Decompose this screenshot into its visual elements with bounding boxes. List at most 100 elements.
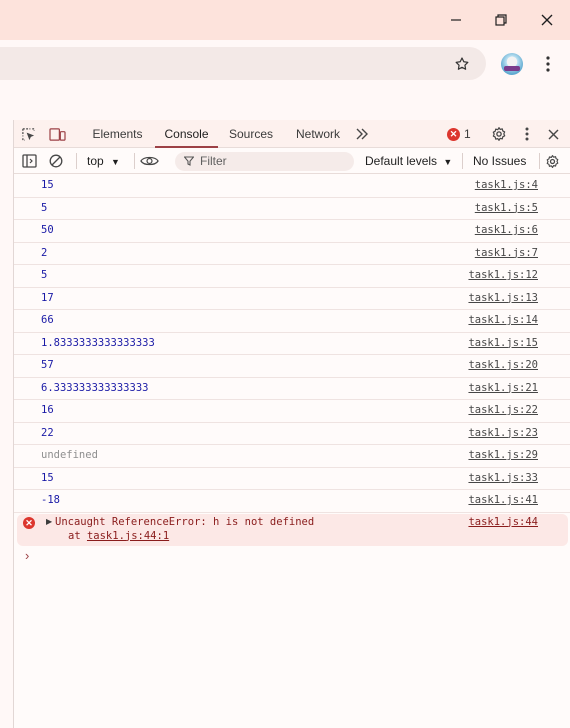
log-value: 15: [41, 179, 54, 191]
filter-placeholder: Filter: [200, 154, 227, 168]
source-link[interactable]: task1.js:5: [475, 202, 538, 214]
source-link[interactable]: task1.js:20: [468, 359, 538, 371]
eye-icon: [139, 156, 159, 166]
source-link[interactable]: task1.js:15: [468, 337, 538, 349]
tab-sources[interactable]: Sources: [221, 120, 281, 148]
source-link[interactable]: task1.js:7: [475, 247, 538, 259]
clear-icon: [49, 154, 63, 168]
device-toolbar-button[interactable]: [48, 126, 66, 142]
close-devtools-button[interactable]: [545, 126, 561, 142]
source-link[interactable]: task1.js:13: [468, 292, 538, 304]
close-window-button[interactable]: [532, 8, 562, 32]
console-settings-button[interactable]: [544, 153, 561, 170]
log-value: undefined: [41, 449, 98, 461]
filter-icon: [183, 152, 195, 173]
log-value: 50: [41, 224, 54, 236]
more-tabs-button[interactable]: [354, 126, 370, 142]
log-value: 15: [41, 471, 54, 484]
divider: [539, 153, 540, 169]
error-icon: ✕: [447, 127, 460, 141]
devtools-panel: Elements Console Sources Network ✕ 1 top: [13, 120, 570, 728]
chevron-down-icon: ▼: [111, 157, 120, 167]
browser-menu-button[interactable]: [538, 54, 558, 74]
close-icon: [548, 129, 558, 139]
source-link[interactable]: task1.js:14: [468, 314, 538, 326]
log-value: 6.333333333333333: [41, 381, 149, 394]
divider: [134, 153, 135, 169]
console-row: 16 task1.js:22: [14, 400, 570, 423]
log-value: 16: [41, 404, 54, 416]
devtools-settings-button[interactable]: [490, 125, 508, 143]
console-row: 15 task1.js:4: [14, 175, 570, 198]
console-row: 22 task1.js:23: [14, 423, 570, 445]
error-icon: ✕: [23, 516, 35, 529]
error-count-badge[interactable]: ✕ 1: [447, 127, 471, 141]
minimize-icon: [451, 19, 461, 21]
log-value: 5: [41, 269, 48, 281]
source-link[interactable]: task1.js:33: [468, 472, 538, 484]
log-levels-dropdown[interactable]: Default levels ▼: [365, 148, 452, 174]
tab-elements[interactable]: Elements: [86, 120, 149, 148]
bookmark-star-button[interactable]: [452, 54, 472, 74]
sidebar-icon: [21, 154, 37, 168]
source-link[interactable]: task1.js:41: [468, 494, 538, 506]
log-value: 57: [41, 359, 54, 371]
gear-icon: [546, 155, 559, 168]
console-row: 17 task1.js:13: [14, 288, 570, 310]
live-expression-button[interactable]: [138, 153, 160, 169]
stack-prefix: at: [68, 529, 87, 542]
source-link[interactable]: task1.js:29: [468, 449, 538, 461]
tab-network[interactable]: Network: [288, 120, 348, 148]
clear-console-button[interactable]: [48, 153, 64, 169]
console-row: undefined task1.js:29: [14, 445, 570, 468]
filter-input[interactable]: Filter: [175, 152, 354, 171]
source-link[interactable]: task1.js:21: [468, 382, 538, 394]
console-row: 50 task1.js:6: [14, 220, 570, 243]
profile-avatar[interactable]: [501, 53, 523, 75]
stack-line: at task1.js:44:1: [68, 530, 169, 542]
console-toolbar: top ▼ Filter Default levels ▼ No Issues: [14, 148, 570, 174]
restore-icon: [495, 14, 507, 26]
log-value: 5: [41, 201, 48, 214]
tab-console[interactable]: Console: [155, 120, 218, 148]
prompt-chevron-icon: ›: [25, 547, 30, 563]
stack-link[interactable]: task1.js:44:1: [87, 530, 169, 542]
log-value: 1.8333333333333333: [41, 336, 155, 349]
log-value: 17: [41, 291, 54, 304]
console-output: 15 task1.js:4 5 task1.js:5 50 task1.js:6 2 t…: [14, 175, 570, 570]
sidebar-toggle-button[interactable]: [21, 153, 37, 169]
minimize-button[interactable]: [441, 8, 471, 32]
levels-label: Default levels: [365, 154, 438, 168]
console-row: 15 task1.js:33: [14, 468, 570, 490]
log-value: -18: [41, 494, 60, 506]
star-icon: [455, 57, 469, 70]
console-prompt-row[interactable]: ›: [14, 546, 570, 570]
close-icon: [541, 14, 553, 26]
context-selector[interactable]: top ▼: [87, 148, 120, 174]
devtools-tab-bar: Elements Console Sources Network ✕ 1: [14, 120, 570, 148]
log-value: 66: [41, 314, 54, 326]
error-message: Uncaught ReferenceError: h is not define…: [55, 515, 315, 528]
kebab-menu-icon: [546, 56, 550, 72]
source-link[interactable]: task1.js:44: [468, 516, 538, 528]
title-bar: [0, 0, 570, 40]
issues-button[interactable]: No Issues: [473, 148, 526, 174]
console-row: 1.8333333333333333 task1.js:15: [14, 333, 570, 355]
expand-triangle-icon[interactable]: ▶: [46, 517, 52, 526]
restore-button[interactable]: [486, 8, 516, 32]
console-row: 66 task1.js:14: [14, 310, 570, 333]
source-link[interactable]: task1.js:6: [475, 224, 538, 236]
divider: [462, 153, 463, 169]
source-link[interactable]: task1.js:12: [468, 269, 538, 281]
source-link[interactable]: task1.js:4: [475, 179, 538, 191]
source-link[interactable]: task1.js:22: [468, 404, 538, 416]
console-row: 6.333333333333333 task1.js:21: [14, 378, 570, 400]
devtools-menu-button[interactable]: [520, 126, 534, 142]
inspect-element-button[interactable]: [20, 126, 36, 142]
console-row: 5 task1.js:5: [14, 198, 570, 220]
source-link[interactable]: task1.js:23: [468, 427, 538, 439]
address-bar[interactable]: [0, 47, 486, 80]
console-row: 2 task1.js:7: [14, 243, 570, 265]
console-row: 5 task1.js:12: [14, 265, 570, 288]
gear-icon: [492, 127, 506, 141]
